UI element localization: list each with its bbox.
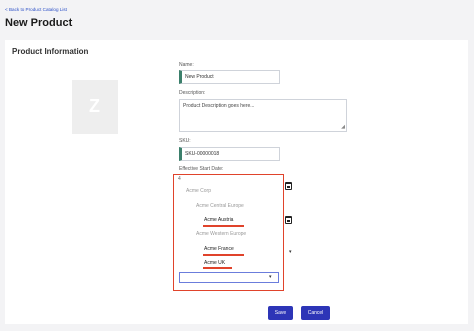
effective-start-date-label: Effective Start Date:	[179, 166, 224, 172]
dropdown-item-selected[interactable]: Acme Austria	[204, 217, 233, 223]
dropdown-item[interactable]: Acme Corp	[186, 188, 211, 194]
description-label: Description:	[179, 90, 206, 96]
page-title: New Product	[5, 17, 73, 29]
image-placeholder-icon: Z	[89, 96, 100, 116]
description-textarea[interactable]: Product Description goes here... ◢	[179, 99, 347, 132]
resize-handle-icon[interactable]: ◢	[341, 125, 345, 130]
dropdown-item[interactable]: Acme Central Europe	[196, 203, 244, 209]
calendar-icon[interactable]	[285, 182, 292, 190]
selection-underline	[203, 267, 232, 269]
sku-label: SKU:	[179, 138, 191, 144]
chevron-down-icon[interactable]: ▾	[269, 274, 272, 280]
save-button[interactable]: Save	[268, 306, 293, 320]
organization-select[interactable]	[179, 272, 279, 283]
chevron-down-icon[interactable]: ▾	[289, 249, 292, 255]
name-input[interactable]: New Product	[179, 70, 280, 84]
description-text: Product Description goes here...	[183, 103, 255, 109]
calendar-icon[interactable]	[285, 216, 292, 224]
section-title: Product Information	[12, 47, 89, 56]
sku-input[interactable]: SKU-00000018	[179, 147, 280, 161]
start-date-input-stub[interactable]: 4	[178, 176, 181, 182]
name-label: Name:	[179, 62, 194, 68]
selection-underline	[203, 225, 244, 227]
selection-underline	[203, 254, 244, 256]
back-to-catalog-link[interactable]: < Back to Product Catalog List	[5, 7, 67, 12]
cancel-button[interactable]: Cancel	[301, 306, 330, 320]
dropdown-item-selected[interactable]: Acme France	[204, 246, 234, 252]
dropdown-item-selected[interactable]: Acme UK	[204, 260, 225, 266]
dropdown-item[interactable]: Acme Western Europe	[196, 231, 246, 237]
